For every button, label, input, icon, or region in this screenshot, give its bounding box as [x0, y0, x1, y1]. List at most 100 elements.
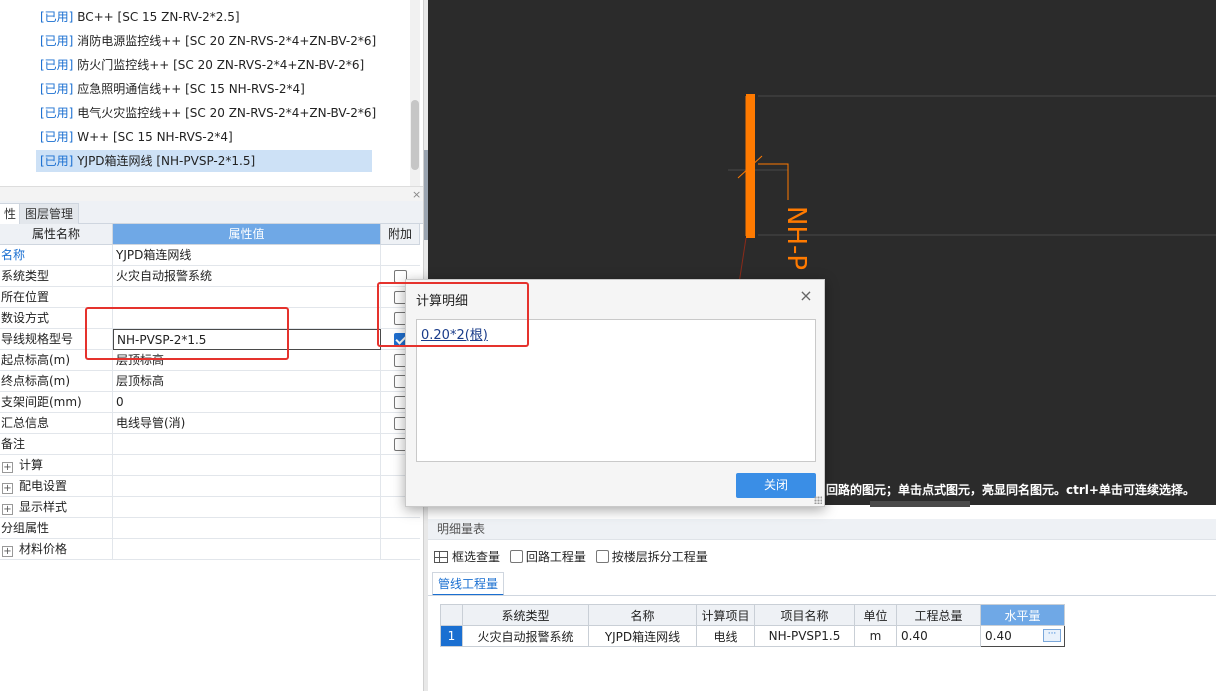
close-icon[interactable]: × [798, 286, 814, 306]
detail-panel-title: 明细量表 [428, 519, 1216, 540]
status-tab[interactable] [870, 501, 970, 507]
table-cell[interactable]: 电线 [696, 625, 755, 647]
property-row[interactable]: + 显示样式 [0, 497, 420, 518]
property-extra [381, 245, 420, 266]
column-header[interactable]: 计算项目 [696, 604, 755, 626]
property-value[interactable]: YJPD箱连网线 [113, 245, 381, 266]
tree-item-label: 消防电源监控线++ [SC 20 ZN-RVS-2*4+ZN-BV-2*6] [77, 34, 377, 48]
annotation-box [377, 282, 529, 347]
circuit-tree: [已用] BC++ [SC 15 ZN-RV-2*2.5] [已用] 消防电源监… [0, 0, 424, 186]
property-value[interactable] [113, 497, 381, 518]
circuit-qty-checkbox[interactable] [509, 550, 523, 563]
used-tag: [已用] [40, 154, 74, 168]
column-header[interactable]: 名称 [588, 604, 697, 626]
column-header[interactable]: 项目名称 [754, 604, 855, 626]
property-row[interactable]: + 材料价格 [0, 539, 420, 560]
property-name-label: 备注 [1, 437, 26, 451]
column-header[interactable]: 工程总量 [896, 604, 981, 626]
close-button[interactable]: 关闭 [736, 473, 816, 498]
column-header[interactable]: 单位 [854, 604, 897, 626]
quantity-table: 系统类型 名称 计算项目 项目名称 单位 工程总量 水平量 1 火灾自动报警系统… [440, 604, 1065, 647]
circuit-qty-option[interactable]: 回路工程量 [509, 547, 586, 567]
expand-icon[interactable]: + [2, 504, 13, 515]
tree-item-label: 应急照明通信线++ [SC 15 NH-RVS-2*4] [77, 82, 305, 96]
property-row[interactable]: + 配电设置 [0, 476, 420, 497]
expand-icon[interactable]: + [2, 483, 13, 494]
property-row[interactable]: 汇总信息 电线导管(消) [0, 413, 420, 434]
property-value[interactable] [113, 287, 381, 308]
table-cell[interactable]: m [854, 625, 897, 647]
expand-icon[interactable]: + [2, 462, 13, 473]
tree-item[interactable]: [已用] 应急照明通信线++ [SC 15 NH-RVS-2*4] [36, 78, 309, 100]
expand-icon[interactable]: + [2, 546, 13, 557]
property-row[interactable]: 备注 [0, 434, 420, 455]
tree-item[interactable]: [已用] W++ [SC 15 NH-RVS-2*4] [36, 126, 237, 148]
property-name: + 材料价格 [0, 539, 113, 560]
property-value[interactable] [113, 539, 381, 560]
column-header-active[interactable]: 水平量 [980, 604, 1065, 626]
property-name-label: 计算 [19, 458, 44, 472]
property-row[interactable]: 支架间距(mm) 0 [0, 392, 420, 413]
scrollbar-thumb[interactable] [411, 100, 419, 170]
table-cell[interactable]: 火灾自动报警系统 [462, 625, 589, 647]
property-value[interactable] [113, 455, 381, 476]
property-value[interactable] [113, 476, 381, 497]
property-value[interactable]: 火灾自动报警系统 [113, 266, 381, 287]
property-name-label: 终点标高(m) [1, 374, 71, 388]
property-name-label: 支架间距(mm) [1, 395, 82, 409]
table-cell[interactable]: YJPD箱连网线 [588, 625, 697, 647]
select-qty-button[interactable]: 框选查量 [434, 547, 500, 567]
property-value[interactable] [113, 518, 381, 539]
used-tag: [已用] [40, 58, 74, 72]
property-value[interactable]: 0 [113, 392, 381, 413]
property-name: 系统类型 [0, 266, 113, 287]
circuit-qty-label: 回路工程量 [525, 550, 586, 564]
property-row[interactable]: 系统类型 火灾自动报警系统 [0, 266, 420, 287]
property-name-label: 名称 [1, 248, 26, 262]
more-button[interactable]: ··· [1043, 629, 1061, 642]
resize-grip[interactable] [814, 496, 822, 504]
split-by-floor-option[interactable]: 按楼层拆分工程量 [595, 547, 708, 567]
property-name-label: 起点标高(m) [1, 353, 71, 367]
property-row[interactable]: 名称 YJPD箱连网线 [0, 245, 420, 266]
tree-item[interactable]: [已用] 消防电源监控线++ [SC 20 ZN-RVS-2*4+ZN-BV-2… [36, 30, 380, 52]
column-header[interactable]: 系统类型 [462, 604, 589, 626]
used-tag: [已用] [40, 34, 74, 48]
select-qty-label: 框选查量 [452, 550, 501, 564]
header-property-name: 属性名称 [0, 224, 113, 245]
tree-scrollbar[interactable] [410, 0, 420, 186]
property-extra [381, 539, 420, 560]
tree-item-label: YJPD箱连网线 [NH-PVSP-2*1.5] [77, 154, 256, 168]
property-name-label: 分组属性 [1, 521, 50, 535]
property-name: 汇总信息 [0, 413, 113, 434]
tab-pipeline-quantity[interactable]: 管线工程量 [432, 572, 505, 596]
property-name: + 配电设置 [0, 476, 113, 497]
property-row[interactable]: 分组属性 [0, 518, 420, 539]
property-value[interactable]: 电线导管(消) [113, 413, 381, 434]
used-tag: [已用] [40, 130, 74, 144]
tab-layer-manager[interactable]: 图层管理 [19, 203, 80, 224]
property-value[interactable] [113, 434, 381, 455]
property-value[interactable]: 层顶标高 [113, 371, 381, 392]
grid-header: 属性名称 属性值 附加 [0, 224, 420, 245]
header-property-value: 属性值 [113, 224, 381, 245]
property-row[interactable]: 所在位置 [0, 287, 420, 308]
table-cell[interactable]: 0.40 [896, 625, 981, 647]
tree-item[interactable]: [已用] 电气火灾监控线++ [SC 20 ZN-RVS-2*4+ZN-BV-2… [36, 102, 380, 124]
table-cell[interactable]: NH-PVSP1.5 [754, 625, 855, 647]
tree-item-label: 电气火灾监控线++ [SC 20 ZN-RVS-2*4+ZN-BV-2*6] [77, 106, 377, 120]
table-row[interactable]: 1 火灾自动报警系统 YJPD箱连网线 电线 NH-PVSP1.5 m 0.40… [440, 625, 1065, 647]
tree-item-label: 防火门监控线++ [SC 20 ZN-RVS-2*4+ZN-BV-2*6] [77, 58, 365, 72]
detail-panel: 明细量表 框选查量 回路工程量 按楼层拆分工程量 管线工程量 系统类型 名称 计… [428, 514, 1216, 691]
tree-item[interactable]: [已用] BC++ [SC 15 ZN-RV-2*2.5] [36, 6, 244, 28]
row-index[interactable]: 1 [440, 625, 463, 647]
used-tag: [已用] [40, 82, 74, 96]
property-row[interactable]: 终点标高(m) 层顶标高 [0, 371, 420, 392]
tree-item[interactable]: [已用] 防火门监控线++ [SC 20 ZN-RVS-2*4+ZN-BV-2*… [36, 54, 368, 76]
table-header-row: 系统类型 名称 计算项目 项目名称 单位 工程总量 水平量 [440, 604, 1065, 626]
table-cell-editing[interactable]: 0.40 ··· [980, 625, 1065, 647]
property-row[interactable]: + 计算 [0, 455, 420, 476]
close-icon[interactable]: × [412, 188, 421, 201]
split-by-floor-checkbox[interactable] [595, 550, 609, 563]
tree-item-selected[interactable]: [已用] YJPD箱连网线 [NH-PVSP-2*1.5] [36, 150, 372, 172]
